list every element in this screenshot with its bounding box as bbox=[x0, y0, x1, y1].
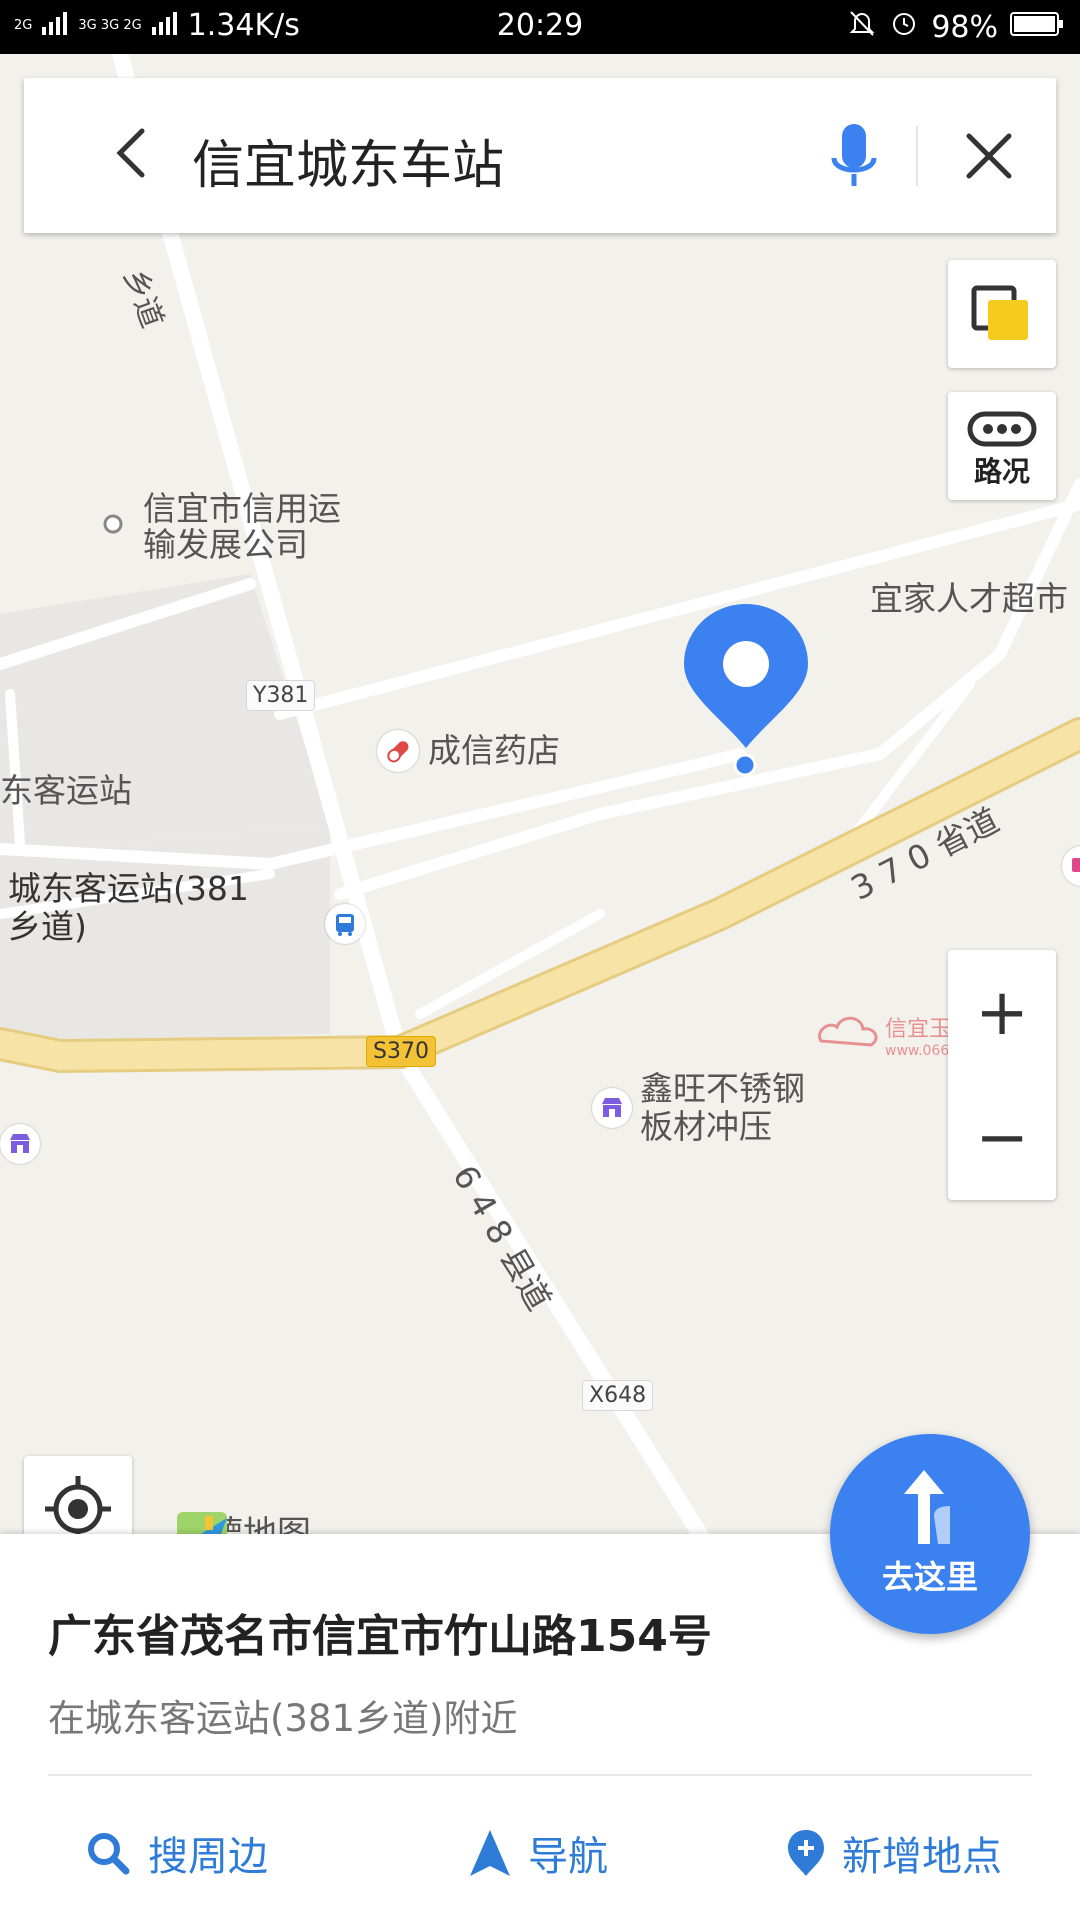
zoom-in-button[interactable]: + bbox=[948, 950, 1056, 1075]
traffic-label: 路况 bbox=[973, 455, 1030, 488]
add-place-label: 新增地点 bbox=[842, 1834, 1002, 1880]
battery-icon bbox=[1010, 10, 1064, 45]
watermark-cloud-icon bbox=[818, 1016, 878, 1047]
go-here-label: 去这里 bbox=[881, 1558, 978, 1596]
search-bar: 信宜城东车站 bbox=[24, 78, 1056, 233]
voice-search-button[interactable] bbox=[824, 118, 884, 198]
place-nearby: 在城东客运站(381乡道)附近 bbox=[48, 1697, 518, 1740]
zoom-out-button[interactable]: − bbox=[948, 1075, 1056, 1200]
edge-poi-icon[interactable] bbox=[1062, 846, 1080, 886]
status-bar: 2G 3G 3G 2G 1.34K/s 20:29 98% bbox=[0, 0, 1080, 54]
company-label-line2: 输发展公司 bbox=[143, 525, 308, 564]
search-divider bbox=[916, 126, 918, 186]
crosshair-icon bbox=[45, 1476, 111, 1534]
search-icon bbox=[88, 1833, 130, 1875]
back-arrow-icon bbox=[116, 128, 145, 178]
route-arrow-icon bbox=[904, 1470, 950, 1544]
amap-logo-icon bbox=[177, 1512, 227, 1534]
search-nearby-button[interactable]: 搜周边 bbox=[84, 1824, 268, 1882]
panel-divider bbox=[48, 1774, 1032, 1776]
mute-bell-icon bbox=[847, 8, 877, 46]
navigate-button[interactable]: 导航 bbox=[468, 1824, 608, 1882]
battery-percent: 98% bbox=[931, 9, 998, 45]
microphone-icon bbox=[831, 124, 877, 186]
add-place-button[interactable]: 新增地点 bbox=[786, 1824, 1002, 1882]
search-nearby-label: 搜周边 bbox=[148, 1834, 268, 1880]
factory-label-line2: 板材冲压 bbox=[640, 1107, 772, 1146]
search-input[interactable]: 信宜城东车站 bbox=[192, 123, 504, 198]
go-here-button[interactable]: 去这里 bbox=[830, 1434, 1030, 1634]
bus-stop-icon[interactable] bbox=[325, 904, 365, 944]
status-right: 98% bbox=[847, 8, 1064, 46]
add-location-pin-icon bbox=[788, 1830, 824, 1876]
navigate-label: 导航 bbox=[528, 1834, 608, 1880]
station-label-line1: 城东客运站(381 bbox=[8, 869, 249, 908]
back-button[interactable] bbox=[104, 123, 164, 183]
amap-logo: 高德地图 bbox=[175, 1506, 311, 1534]
map-view[interactable]: 乡道 信宜市信用运 输发展公司 宜家人才超市 成信药店 东客运站 城东客运站(3… bbox=[0, 54, 1080, 1534]
clear-search-button[interactable] bbox=[959, 126, 1019, 186]
traffic-icon bbox=[967, 411, 1037, 447]
locate-me-button[interactable] bbox=[24, 1456, 132, 1534]
traffic-button[interactable]: 路况 bbox=[948, 392, 1056, 500]
factory-label-line1: 鑫旺不锈钢 bbox=[640, 1069, 805, 1108]
supermarket-label: 宜家人才超市 bbox=[870, 579, 1068, 618]
road-tag-s370: S370 bbox=[366, 1036, 436, 1067]
road-tag-y381: Y381 bbox=[246, 680, 316, 711]
layers-icon bbox=[971, 285, 1028, 340]
map-roads bbox=[0, 54, 1080, 1534]
place-address: 广东省茂名市信宜市竹山路154号 bbox=[48, 1611, 712, 1662]
factory-poi-icon[interactable] bbox=[592, 1088, 632, 1128]
alarm-icon bbox=[889, 8, 919, 46]
destination-pin-icon[interactable] bbox=[682, 602, 810, 752]
station-partial-label: 东客运站 bbox=[0, 771, 132, 810]
shop-poi-icon[interactable] bbox=[0, 1124, 40, 1164]
navigation-arrow-icon bbox=[470, 1830, 510, 1876]
layers-button[interactable] bbox=[948, 260, 1056, 368]
pharmacy-label: 成信药店 bbox=[428, 731, 560, 770]
station-label-line2: 乡道) bbox=[8, 907, 87, 946]
road-tag-x648: X648 bbox=[582, 1380, 654, 1411]
close-icon bbox=[966, 133, 1012, 179]
zoom-control: + − bbox=[948, 950, 1056, 1200]
company-label-line1: 信宜市信用运 bbox=[143, 489, 341, 528]
pharmacy-poi-icon[interactable] bbox=[377, 730, 419, 772]
